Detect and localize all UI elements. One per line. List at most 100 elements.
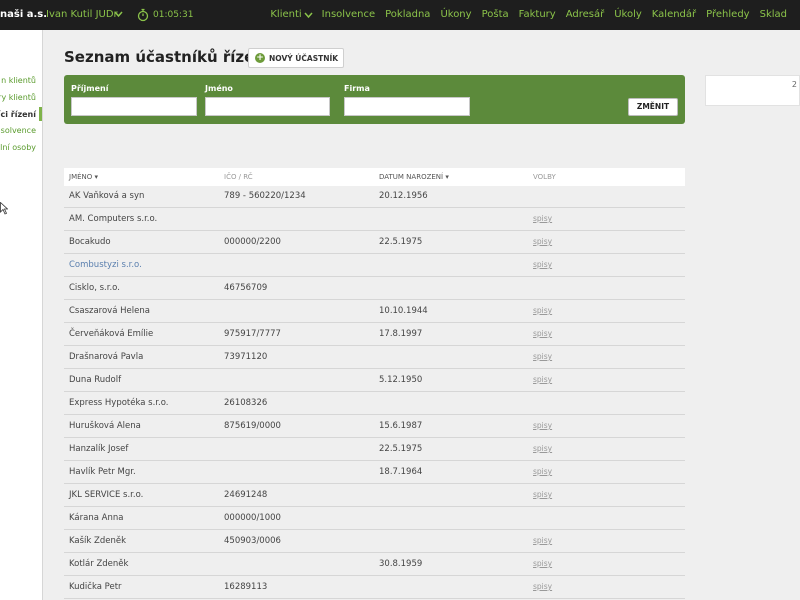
table-row[interactable]: Hurušková Alena 875619/0000 15.6.1987 spisy [64, 415, 685, 438]
participant-birthdate: 20.12.1956 [379, 191, 428, 201]
new-participant-label: NOVÝ ÚČASTNÍK [269, 53, 339, 63]
files-link[interactable]: spisy [533, 553, 552, 575]
table-row[interactable]: Combustyzi s.r.o. spisy [64, 254, 685, 277]
surname-input[interactable] [71, 97, 197, 116]
nav-adresar[interactable]: Adresář [561, 0, 610, 30]
nav-ukony[interactable]: Úkony [435, 0, 476, 30]
user-menu[interactable]: Ivan Kutil JUDr [46, 0, 118, 30]
files-link[interactable]: spisy [533, 300, 552, 322]
chevron-down-icon[interactable] [114, 11, 123, 18]
files-link[interactable]: spisy [533, 415, 552, 437]
files-link[interactable]: spisy [533, 530, 552, 552]
company-input[interactable] [344, 97, 470, 116]
table-row[interactable]: Duna Rudolf 5.12.1950 spisy [64, 369, 685, 392]
files-link[interactable]: spisy [533, 254, 552, 276]
sidebar-item-client-groups[interactable]: ry klientů [0, 93, 36, 102]
company-label: Firma [344, 84, 370, 93]
nav-kalendar[interactable]: Kalendář [647, 0, 701, 30]
participant-name[interactable]: Kudička Petr [69, 576, 122, 598]
new-participant-button[interactable]: + NOVÝ ÚČASTNÍK [248, 48, 344, 68]
table-row[interactable]: Kotlár Zdeněk 30.8.1959 spisy [64, 553, 685, 576]
files-link[interactable]: spisy [533, 576, 552, 598]
sidebar-item-clients[interactable]: n klientů [1, 76, 36, 85]
nav-sklad[interactable]: Sklad [755, 0, 792, 30]
table-row[interactable]: Hanzalík Josef 22.5.1975 spisy [64, 438, 685, 461]
mouse-cursor-icon [0, 202, 8, 215]
participant-name[interactable]: Csaszarová Helena [69, 300, 150, 322]
nav-klienti[interactable]: Klienti [265, 0, 306, 30]
table-row[interactable]: AK Vaňková a syn 789 - 560220/1234 20.12.1… [64, 185, 685, 208]
participant-ico: 26108326 [224, 398, 268, 408]
name-label: Jméno [205, 84, 233, 93]
participant-name[interactable]: Hurušková Alena [69, 415, 141, 437]
participant-name[interactable]: JKL SERVICE s.r.o. [69, 484, 143, 506]
table-row[interactable]: Cisklo, s.r.o. 46756709 [64, 277, 685, 300]
participant-name[interactable]: Bocakudo [69, 231, 111, 253]
column-header-name[interactable]: JMÉNO ▾ [69, 168, 98, 186]
participant-name[interactable]: Express Hypotéka s.r.o. [69, 392, 168, 414]
table-row[interactable]: Kašík Zdeněk 450903/0006 spisy [64, 530, 685, 553]
sidebar: n klientů ry klientů níci řízení nsolven… [0, 30, 43, 600]
files-link[interactable]: spisy [533, 369, 552, 391]
participant-ico: 450903/0006 [224, 536, 281, 546]
participant-ico: 16289113 [224, 582, 268, 592]
sidebar-item-insolvence[interactable]: nsolvence [0, 126, 36, 135]
nav-faktury[interactable]: Faktury [514, 0, 561, 30]
participant-birthdate: 22.5.1975 [379, 237, 423, 247]
participant-birthdate: 17.8.1997 [379, 329, 423, 339]
column-header-date[interactable]: DATUM NAROZENÍ ▾ [379, 168, 449, 186]
files-link[interactable]: spisy [533, 438, 552, 460]
sidebar-item-participants[interactable]: níci řízení [0, 110, 36, 119]
participant-name[interactable]: Havlík Petr Mgr. [69, 461, 136, 483]
participant-ico: 46756709 [224, 283, 268, 293]
nav-pokladna[interactable]: Pokladna [380, 0, 435, 30]
nav-posta[interactable]: Pošta [477, 0, 514, 30]
participant-ico: 000000/2200 [224, 237, 281, 247]
files-link[interactable]: spisy [533, 484, 552, 506]
participant-name[interactable]: Kašík Zdeněk [69, 530, 126, 552]
nav-insolvence[interactable]: Insolvence [317, 0, 380, 30]
participant-name[interactable]: Combustyzi s.r.o. [69, 254, 142, 276]
files-link[interactable]: spisy [533, 208, 552, 230]
participant-name[interactable]: Cisklo, s.r.o. [69, 277, 120, 299]
sidebar-item-persons[interactable]: lní osoby [0, 143, 36, 152]
participant-name[interactable]: Červeňáková Emílie [69, 323, 153, 345]
plus-icon: + [255, 53, 265, 63]
participant-birthdate: 18.7.1964 [379, 467, 423, 477]
table-row[interactable]: AM. Computers s.r.o. spisy [64, 208, 685, 231]
participant-name[interactable]: Drašnarová Pavla [69, 346, 143, 368]
table-row[interactable]: Kudička Petr 16289113 spisy [64, 576, 685, 599]
active-indicator [39, 107, 42, 121]
participant-ico: 875619/0000 [224, 421, 281, 431]
table-row[interactable]: Bocakudo 000000/2200 22.5.1975 spisy [64, 231, 685, 254]
nav-ukoly[interactable]: Úkoly [609, 0, 647, 30]
files-link[interactable]: spisy [533, 323, 552, 345]
participant-name[interactable]: Kárana Anna [69, 507, 123, 529]
table-row[interactable]: Havlík Petr Mgr. 18.7.1964 spisy [64, 461, 685, 484]
surname-label: Příjmení [71, 84, 109, 93]
participant-ico: 24691248 [224, 490, 268, 500]
change-button[interactable]: ZMĚNIT [628, 98, 678, 116]
participant-name[interactable]: Hanzalík Josef [69, 438, 128, 460]
table-row[interactable]: Drašnarová Pavla 73971120 spisy [64, 346, 685, 369]
stopwatch-icon[interactable] [137, 8, 149, 22]
table-row[interactable]: Csaszarová Helena 10.10.1944 spisy [64, 300, 685, 323]
table-row[interactable]: Express Hypotéka s.r.o. 26108326 [64, 392, 685, 415]
files-link[interactable]: spisy [533, 231, 552, 253]
participant-birthdate: 15.6.1987 [379, 421, 423, 431]
name-input[interactable] [205, 97, 330, 116]
table-row[interactable]: JKL SERVICE s.r.o. 24691248 spisy [64, 484, 685, 507]
timer-display: 01:05:31 [153, 10, 194, 20]
files-link[interactable]: spisy [533, 346, 552, 368]
table-row[interactable]: Červeňáková Emílie 975917/7777 17.8.1997 sp… [64, 323, 685, 346]
chevron-down-icon[interactable] [304, 12, 313, 19]
participant-name[interactable]: AM. Computers s.r.o. [69, 208, 157, 230]
table-row[interactable]: Kárana Anna 000000/1000 [64, 507, 685, 530]
files-link[interactable]: spisy [533, 461, 552, 483]
participant-name[interactable]: Kotlár Zdeněk [69, 553, 128, 575]
column-header-ico: IČO / RČ [224, 173, 253, 181]
nav-prehledy[interactable]: Přehledy [701, 0, 754, 30]
participant-name[interactable]: AK Vaňková a syn [69, 185, 144, 207]
participant-ico: 000000/1000 [224, 513, 281, 523]
participant-name[interactable]: Duna Rudolf [69, 369, 121, 391]
